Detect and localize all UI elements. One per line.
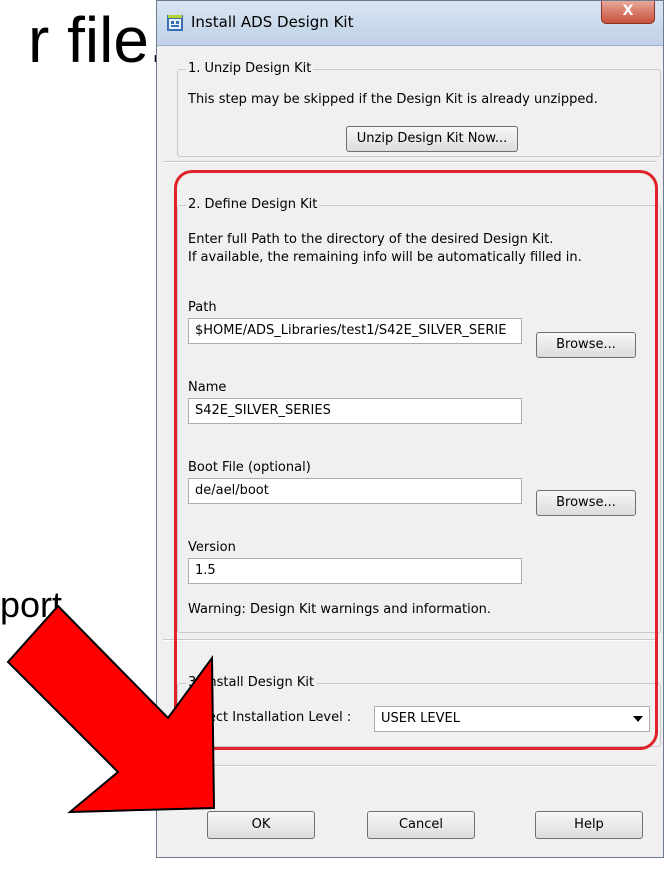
install-level-value: USER LEVEL: [381, 711, 460, 726]
cancel-button[interactable]: Cancel: [367, 811, 475, 839]
divider: [163, 161, 657, 163]
unzip-group-legend: 1. Unzip Design Kit: [186, 61, 314, 76]
divider: [163, 639, 657, 641]
close-button[interactable]: X: [601, 1, 655, 24]
app-icon: [167, 15, 183, 31]
dialog-client: 1. Unzip Design Kit This step may be ski…: [163, 47, 661, 851]
install-group: 3. Install Design Kit Select Installatio…: [177, 675, 661, 747]
warning-text: Warning: Design Kit warnings and informa…: [188, 602, 492, 617]
name-field[interactable]: S42E_SILVER_SERIES: [188, 398, 522, 424]
bootfile-browse-button[interactable]: Browse...: [536, 490, 636, 516]
title-bar: Install ADS Design Kit X: [157, 1, 663, 46]
close-icon: X: [622, 3, 634, 19]
ok-button[interactable]: OK: [207, 811, 315, 839]
help-button[interactable]: Help: [535, 811, 643, 839]
name-label: Name: [188, 380, 227, 395]
bootfile-field[interactable]: de/ael/boot: [188, 478, 522, 504]
unzip-group: 1. Unzip Design Kit This step may be ski…: [177, 61, 661, 157]
version-field[interactable]: 1.5: [188, 558, 522, 584]
background-slide-text-port: port: [0, 584, 63, 625]
path-field[interactable]: $HOME/ADS_Libraries/test1/S42E_SILVER_SE…: [188, 318, 522, 344]
define-group: 2. Define Design Kit Enter full Path to …: [177, 197, 661, 633]
chevron-down-icon: [633, 716, 643, 722]
path-label: Path: [188, 300, 217, 315]
divider: [163, 765, 657, 767]
define-description-line2: If available, the remaining info will be…: [188, 250, 582, 265]
unzip-description: This step may be skipped if the Design K…: [188, 92, 598, 107]
install-design-kit-dialog: Install ADS Design Kit X 1. Unzip Design…: [156, 0, 664, 858]
dialog-title: Install ADS Design Kit: [191, 13, 354, 31]
background-slide-text: r file.: [28, 4, 167, 76]
install-group-legend: 3. Install Design Kit: [186, 675, 317, 690]
unzip-now-button[interactable]: Unzip Design Kit Now...: [346, 126, 518, 152]
path-browse-button[interactable]: Browse...: [536, 332, 636, 358]
install-level-label: Select Installation Level :: [188, 710, 352, 725]
define-group-legend: 2. Define Design Kit: [186, 197, 320, 212]
install-level-select[interactable]: USER LEVEL: [374, 706, 650, 732]
version-label: Version: [188, 540, 236, 555]
bootfile-label: Boot File (optional): [188, 460, 311, 475]
define-description-line1: Enter full Path to the directory of the …: [188, 232, 554, 247]
